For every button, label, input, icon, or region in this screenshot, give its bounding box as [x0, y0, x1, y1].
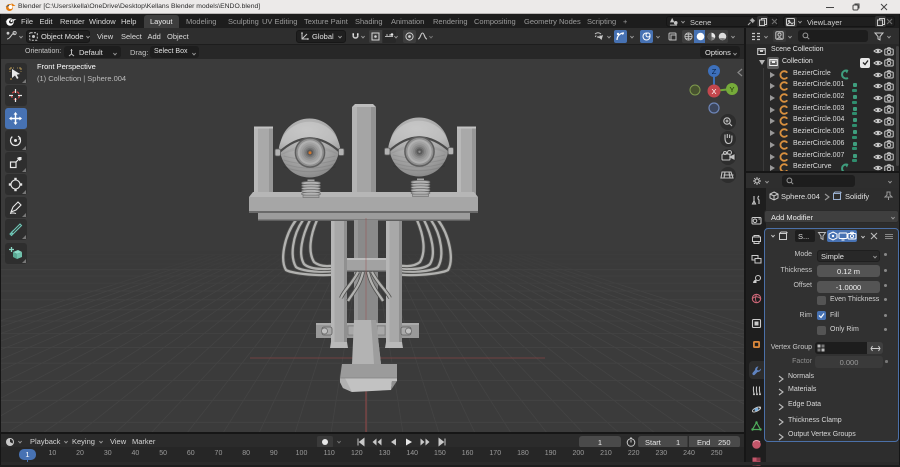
svg-text:Z: Z	[712, 67, 717, 76]
svg-text:Front Perspective: Front Perspective	[37, 62, 96, 71]
svg-text:Y: Y	[729, 85, 734, 94]
svg-text:(1) Collection | Sphere.004: (1) Collection | Sphere.004	[37, 74, 126, 83]
svg-text:X: X	[711, 87, 716, 96]
